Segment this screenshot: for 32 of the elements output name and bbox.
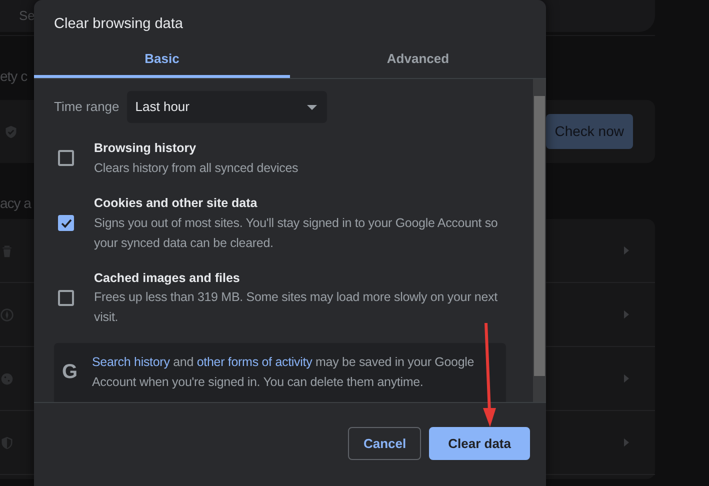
option-title: Cookies and other site data xyxy=(94,194,258,212)
clear-data-button[interactable]: Clear data xyxy=(429,427,530,460)
scrollbar-thumb[interactable] xyxy=(534,96,545,376)
option-description: Frees up less than 319 MB. Some sites may load more slowly on your next visit. xyxy=(94,289,498,326)
google-icon: G xyxy=(62,357,84,388)
time-range-dropdown[interactable]: Last hour xyxy=(127,91,328,123)
checkbox[interactable] xyxy=(58,290,74,306)
tab[interactable]: Advanced xyxy=(290,40,546,78)
section-heading: ety c xyxy=(0,67,28,86)
option-description: Clears history from all synced devices xyxy=(94,160,298,177)
trash-icon xyxy=(0,244,14,258)
section-heading: acy a xyxy=(0,194,31,213)
scrollbar[interactable] xyxy=(533,79,546,402)
caret-icon xyxy=(307,104,318,110)
chevron-icon xyxy=(624,438,629,447)
compass-icon xyxy=(0,308,14,322)
chevron-icon xyxy=(624,374,629,383)
checkbox[interactable] xyxy=(58,215,74,232)
dialog-title: Clear browsing data xyxy=(54,16,183,32)
chevron-icon xyxy=(624,246,629,255)
link[interactable]: Search history xyxy=(92,355,170,370)
option-description: Signs you out of most sites. You'll stay signed in to your Google Account so your synced data can be cleared. xyxy=(94,214,499,252)
checkbox[interactable] xyxy=(58,150,74,166)
option-title: Cached images and files xyxy=(94,270,241,287)
cancel-button[interactable]: Cancel xyxy=(348,427,422,460)
field-label: Time range xyxy=(54,98,120,116)
shield-check-icon xyxy=(4,124,18,138)
chevron-icon xyxy=(624,310,629,319)
info-text: Search history and other forms of activity may be saved in your Google Account when you're signed in. You can delete them anytime. xyxy=(92,354,476,392)
tab[interactable]: Basic xyxy=(34,40,290,78)
link[interactable]: other forms of activity xyxy=(196,355,312,370)
option-title: Browsing history xyxy=(94,140,198,157)
